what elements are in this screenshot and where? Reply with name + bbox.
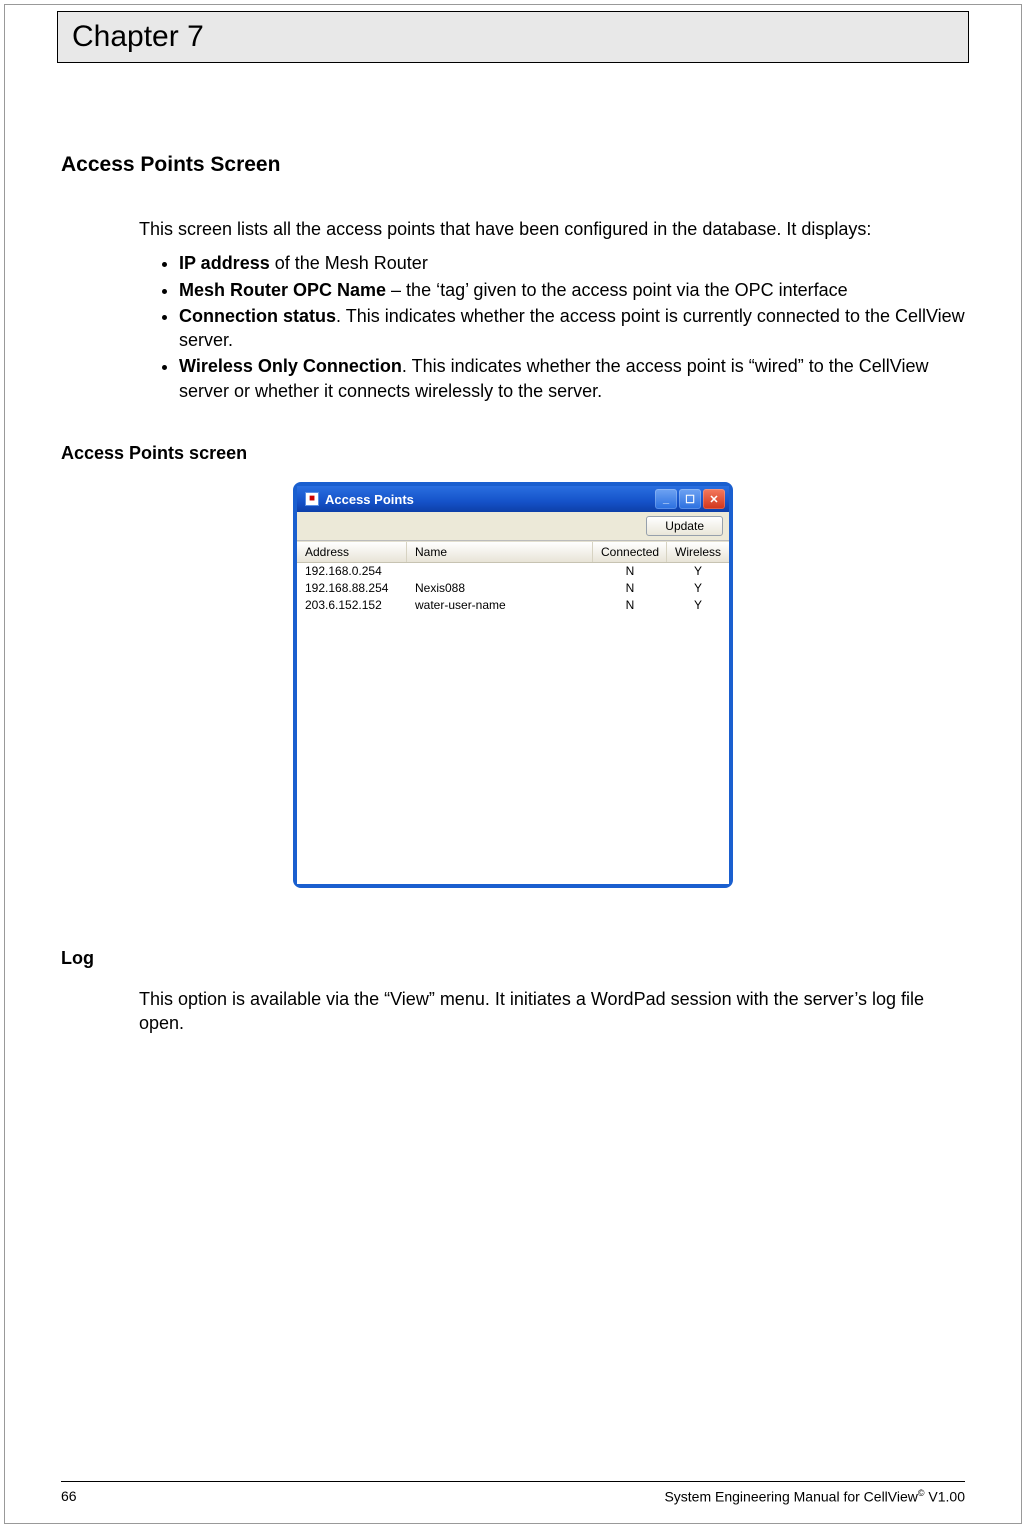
cell-connected: N [593, 581, 667, 597]
figure-caption: Access Points screen [61, 443, 965, 464]
cell-wireless: Y [667, 598, 729, 614]
bullet-bold: Wireless Only Connection [179, 356, 402, 376]
registered-symbol: © [918, 1488, 925, 1498]
cell-address: 192.168.0.254 [297, 564, 407, 580]
cell-address: 192.168.88.254 [297, 581, 407, 597]
bullet-list: IP address of the Mesh Router Mesh Route… [139, 251, 965, 403]
update-button[interactable]: Update [646, 516, 723, 536]
table-row[interactable]: 192.168.0.254 N Y [297, 563, 729, 580]
section-access-points-screen: Access Points Screen [61, 153, 965, 177]
cell-name: water-user-name [407, 598, 593, 614]
page-footer: 66 System Engineering Manual for CellVie… [61, 1481, 965, 1505]
table-row[interactable]: 203.6.152.152 water-user-name N Y [297, 597, 729, 614]
section-log: Log [61, 948, 965, 969]
table-row[interactable]: 192.168.88.254 Nexis088 N Y [297, 580, 729, 597]
footer-right: System Engineering Manual for CellView© … [664, 1488, 965, 1505]
page-number: 66 [61, 1488, 77, 1505]
bullet-rest: – the ‘tag’ given to the access point vi… [386, 280, 848, 300]
bullet-item: Connection status. This indicates whethe… [179, 304, 965, 353]
column-header-wireless[interactable]: Wireless [667, 542, 729, 562]
window-titlebar[interactable]: ■ Access Points _ ☐ ✕ [297, 486, 729, 512]
cell-wireless: Y [667, 581, 729, 597]
column-header-name[interactable]: Name [407, 542, 593, 562]
cell-name: Nexis088 [407, 581, 593, 597]
log-paragraph: This option is available via the “View” … [139, 987, 965, 1036]
intro-paragraph: This screen lists all the access points … [139, 217, 965, 241]
cell-address: 203.6.152.152 [297, 598, 407, 614]
cell-name [407, 564, 593, 580]
footer-version: V1.00 [925, 1489, 965, 1505]
bullet-item: Mesh Router OPC Name – the ‘tag’ given t… [179, 278, 965, 302]
bullet-rest: of the Mesh Router [270, 253, 428, 273]
rows-area: 192.168.0.254 N Y 192.168.88.254 Nexis08… [297, 563, 729, 884]
bullet-bold: IP address [179, 253, 270, 273]
bullet-item: Wireless Only Connection. This indicates… [179, 354, 965, 403]
cell-connected: N [593, 598, 667, 614]
column-headers: Address Name Connected Wireless [297, 541, 729, 563]
bullet-bold: Connection status [179, 306, 336, 326]
chapter-header: Chapter 7 [57, 11, 969, 63]
minimize-icon[interactable]: _ [655, 489, 677, 509]
column-header-address[interactable]: Address [297, 542, 407, 562]
toolbar: Update [297, 512, 729, 541]
close-icon[interactable]: ✕ [703, 489, 725, 509]
column-header-connected[interactable]: Connected [593, 542, 667, 562]
cell-wireless: Y [667, 564, 729, 580]
app-icon: ■ [305, 492, 319, 506]
access-points-window: ■ Access Points _ ☐ ✕ Update Address Nam… [293, 482, 733, 888]
bullet-item: IP address of the Mesh Router [179, 251, 965, 275]
footer-doc-title: System Engineering Manual for CellView [664, 1489, 917, 1505]
bullet-bold: Mesh Router OPC Name [179, 280, 386, 300]
maximize-icon[interactable]: ☐ [679, 489, 701, 509]
cell-connected: N [593, 564, 667, 580]
window-title: Access Points [325, 492, 655, 507]
